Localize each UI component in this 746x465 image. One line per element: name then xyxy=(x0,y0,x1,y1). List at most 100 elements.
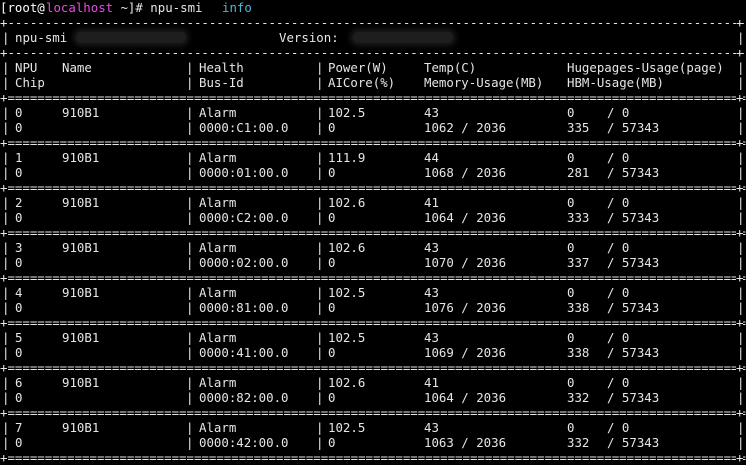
npu-hugepages-used: 0 xyxy=(567,240,575,255)
npu-memory-usage: 1062 / 2036 xyxy=(424,120,507,135)
npu-aicore: 0 xyxy=(328,255,336,270)
npu-temp: 43 xyxy=(424,330,439,345)
npu-aicore: 0 xyxy=(328,300,336,315)
column-separator: | xyxy=(2,165,10,180)
column-separator: | xyxy=(186,330,194,345)
npu-power: 111.9 xyxy=(328,150,366,165)
column-separator: | xyxy=(316,165,324,180)
column-separator: | xyxy=(2,195,10,210)
npu-health: Alarm xyxy=(199,330,237,345)
npu-id: 5 xyxy=(15,330,23,345)
npu-separator-rule: +=======================================… xyxy=(0,180,746,195)
header-top-rule: +---------------------------------------… xyxy=(0,45,746,60)
npu-memory-usage: 1076 / 2036 xyxy=(424,300,507,315)
npu-hbm-total: / 57343 xyxy=(607,300,660,315)
npu-aicore: 0 xyxy=(328,120,336,135)
npu-memory-usage: 1069 / 2036 xyxy=(424,345,507,360)
rule-corner: + xyxy=(736,135,744,150)
npu-hugepages-used: 0 xyxy=(567,195,575,210)
column-separator: | xyxy=(186,285,194,300)
redacted-version-value xyxy=(353,32,453,43)
npu-hugepages-total: / 0 xyxy=(607,420,630,435)
npu-id: 7 xyxy=(15,420,23,435)
npu-bus-id: 0000:82:00.0 xyxy=(199,390,289,405)
column-separator: | xyxy=(737,75,745,90)
npu-power: 102.5 xyxy=(328,330,366,345)
npu-aicore: 0 xyxy=(328,165,336,180)
npu-memory-usage: 1068 / 2036 xyxy=(424,165,507,180)
column-separator: | xyxy=(737,210,745,225)
terminal-window[interactable]: [root@ localhost ~]# npu-smi info +-----… xyxy=(0,0,746,465)
column-separator: | xyxy=(2,300,10,315)
npu-chip: 0 xyxy=(15,210,23,225)
npu-bus-id: 0000:C2:00.0 xyxy=(199,210,289,225)
column-separator: | xyxy=(186,375,194,390)
npu-health: Alarm xyxy=(199,285,237,300)
header-memory-usage: Memory-Usage(MB) xyxy=(424,75,544,90)
column-separator: | xyxy=(186,390,194,405)
column-separator: | xyxy=(316,435,324,450)
prompt-command: ~]# npu-smi xyxy=(113,0,210,15)
column-separator: | xyxy=(316,75,324,90)
npu-hugepages-total: / 0 xyxy=(607,195,630,210)
header-chip: Chip xyxy=(15,75,45,90)
npu-hbm-used: 333 xyxy=(567,210,590,225)
column-separator: | xyxy=(737,105,745,120)
table-bottom-rule: +=======================================… xyxy=(0,450,746,465)
column-separator: | xyxy=(316,345,324,360)
npu-aicore: 0 xyxy=(328,390,336,405)
redacted-tool-version xyxy=(76,32,186,43)
column-separator: | xyxy=(316,150,324,165)
npu-name: 910B1 xyxy=(62,240,100,255)
column-separator: | xyxy=(737,240,745,255)
column-separator: | xyxy=(186,75,194,90)
column-separator: | xyxy=(2,285,10,300)
npu-separator-rule: +=======================================… xyxy=(0,405,746,420)
column-separator: | xyxy=(2,375,10,390)
npu-hbm-used: 335 xyxy=(567,120,590,135)
npu-power: 102.6 xyxy=(328,195,366,210)
npu-chip: 0 xyxy=(15,390,23,405)
npu-bus-id: 0000:41:00.0 xyxy=(199,345,289,360)
rule-corner: + xyxy=(736,15,744,30)
column-separator: | xyxy=(186,240,194,255)
column-separator: | xyxy=(2,75,10,90)
column-separator: | xyxy=(186,435,194,450)
npu-separator-rule: +=======================================… xyxy=(0,315,746,330)
npu-bus-id: 0000:01:00.0 xyxy=(199,165,289,180)
npu-health: Alarm xyxy=(199,150,237,165)
npu-separator-rule: +=======================================… xyxy=(0,225,746,240)
npu-separator-rule: +=======================================… xyxy=(0,360,746,375)
npu-aicore: 0 xyxy=(328,435,336,450)
header-temp: Temp(C) xyxy=(424,60,477,75)
rule-corner: + xyxy=(736,90,744,105)
column-separator: | xyxy=(737,195,745,210)
column-separator: | xyxy=(316,390,324,405)
column-separator: | xyxy=(316,195,324,210)
column-separator: | xyxy=(316,120,324,135)
npu-hbm-used: 332 xyxy=(567,435,590,450)
column-separator: | xyxy=(737,285,745,300)
column-separator: | xyxy=(2,120,10,135)
npu-chip: 0 xyxy=(15,300,23,315)
npu-id: 4 xyxy=(15,285,23,300)
npu-health: Alarm xyxy=(199,105,237,120)
column-separator: | xyxy=(186,420,194,435)
column-separator: | xyxy=(186,345,194,360)
rule-corner: + xyxy=(736,180,744,195)
npu-temp: 44 xyxy=(424,150,439,165)
npu-hbm-total: / 57343 xyxy=(607,165,660,180)
npu-hbm-used: 337 xyxy=(567,255,590,270)
npu-power: 102.6 xyxy=(328,240,366,255)
npu-bus-id: 0000:C1:00.0 xyxy=(199,120,289,135)
version-label: Version: xyxy=(279,30,339,45)
rule-corner: + xyxy=(736,270,744,285)
npu-separator-rule: +=======================================… xyxy=(0,135,746,150)
npu-hbm-total: / 57343 xyxy=(607,255,660,270)
column-separator: | xyxy=(737,300,745,315)
npu-chip: 0 xyxy=(15,435,23,450)
npu-hbm-used: 281 xyxy=(567,165,590,180)
npu-hbm-total: / 57343 xyxy=(607,345,660,360)
npu-hbm-total: / 57343 xyxy=(607,390,660,405)
column-separator: | xyxy=(2,240,10,255)
